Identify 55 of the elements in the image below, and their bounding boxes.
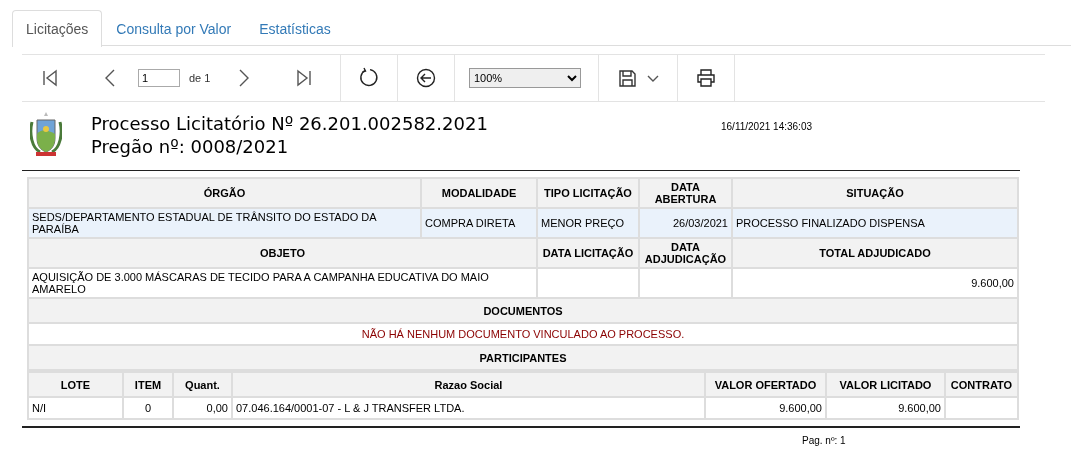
section-header: PARTICIPANTES	[28, 345, 1018, 370]
column-header: CONTRATO	[945, 372, 1018, 397]
last-page-button[interactable]	[296, 69, 313, 87]
column-header: ITEM	[123, 372, 173, 397]
table-cell: 9.600,00	[826, 397, 945, 419]
column-header: ÓRGÃO	[28, 178, 421, 208]
printer-icon	[696, 68, 716, 88]
table-cell: MENOR PREÇO	[537, 208, 639, 238]
save-button[interactable]	[617, 68, 659, 88]
column-header: Razao Social	[232, 372, 705, 397]
zoom-select[interactable]: 100%	[469, 68, 581, 88]
first-page-icon	[42, 69, 58, 87]
column-header: TOTAL ADJUDICADO	[732, 238, 1018, 268]
last-page-icon	[296, 69, 313, 87]
column-header: LOTE	[28, 372, 123, 397]
table-cell: SEDS/DEPARTAMENTO ESTADUAL DE TRÂNSITO DO ESTADO DA PARAÍBA	[28, 208, 421, 238]
table-cell: 9.600,00	[705, 397, 826, 419]
next-page-button[interactable]	[238, 69, 251, 87]
table-cell: 0,00	[173, 397, 232, 419]
refresh-icon	[358, 67, 380, 89]
page-field[interactable]: 1	[138, 69, 180, 87]
print-button[interactable]	[696, 68, 716, 88]
page-number: Pag. nº: 1	[802, 435, 847, 446]
column-header: DATA ADJUDICAÇÃO	[639, 238, 732, 268]
column-header: OBJETO	[28, 238, 537, 268]
timestamp: 16/11/2021 14:36:03	[721, 121, 812, 132]
coat-of-arms-drawing	[30, 112, 62, 158]
report-subtitle: Pregão nº: 0008/2021	[91, 135, 290, 158]
table-cell: 0	[123, 397, 173, 419]
page-count: de 1	[189, 72, 211, 84]
section-header: DOCUMENTOS	[28, 298, 1018, 323]
table-cell: COMPRA DIRETA	[421, 208, 537, 238]
refresh-button[interactable]	[358, 67, 380, 89]
column-header: SITUAÇÃO	[732, 178, 1018, 208]
tab[interactable]: Consulta por Valor	[102, 10, 246, 46]
column-header: DATA ABERTURA	[639, 178, 732, 208]
table-cell: PROCESSO FINALIZADO DISPENSA	[732, 208, 1018, 238]
column-header: DATA LICITAÇÃO	[537, 238, 639, 268]
previous-page-button[interactable]	[104, 69, 116, 87]
first-page-button[interactable]	[42, 69, 58, 87]
column-header: VALOR LICITADO	[826, 372, 945, 397]
column-header: TIPO LICITAÇÃO	[537, 178, 639, 208]
chevron-right-icon	[238, 69, 251, 87]
table-cell: 07.046.164/0001-07 - L & J TRANSFER LTDA.	[232, 397, 705, 419]
caret-icon	[646, 73, 659, 83]
report-title: Processo Licitatório Nº 26.201.002582.2021	[91, 112, 489, 135]
table-cell: N/I	[28, 397, 123, 419]
tab[interactable]: Licitações	[12, 10, 103, 47]
table-cell: 26/03/2021	[639, 208, 732, 238]
column-header: MODALIDADE	[421, 178, 537, 208]
column-header: VALOR OFERTADO	[705, 372, 826, 397]
column-header: Quant.	[173, 372, 232, 397]
chevron-left-icon	[104, 69, 116, 87]
back-button[interactable]	[416, 68, 436, 88]
tab[interactable]: Estatísticas	[245, 10, 345, 46]
